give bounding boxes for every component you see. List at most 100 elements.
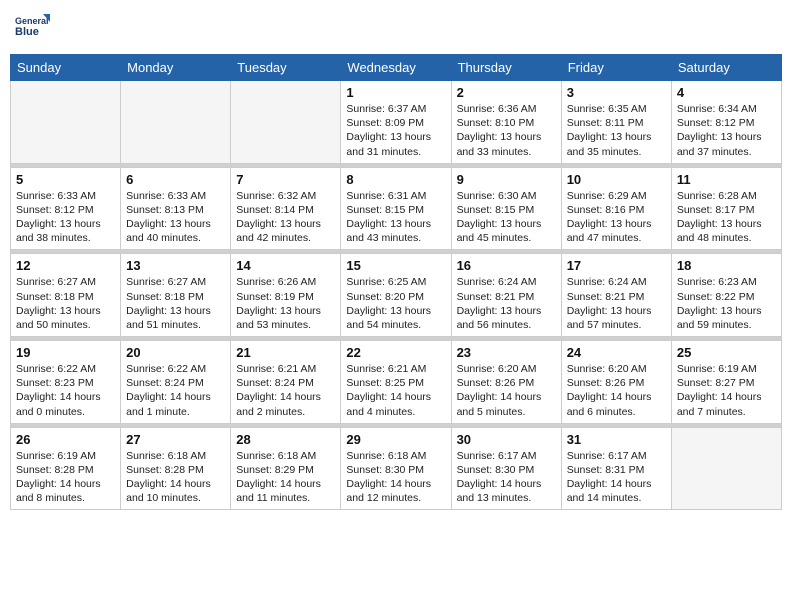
day-info: Sunrise: 6:18 AM Sunset: 8:28 PM Dayligh… (126, 449, 225, 506)
calendar-cell: 24 Sunrise: 6:20 AM Sunset: 8:26 PM Dayli… (561, 341, 671, 424)
calendar-cell: 30Sunrise: 6:17 AM Sunset: 8:30 PM Dayli… (451, 427, 561, 510)
day-number: 25 (677, 345, 776, 360)
calendar-cell: 15Sunrise: 6:25 AM Sunset: 8:20 PM Dayli… (341, 254, 451, 337)
weekday-header-row: SundayMondayTuesdayWednesdayThursdayFrid… (11, 55, 782, 81)
day-number: 13 (126, 258, 225, 273)
day-info: Sunrise: 6:33 AM Sunset: 8:13 PM Dayligh… (126, 189, 225, 246)
day-number: 17 (567, 258, 666, 273)
day-info: Sunrise: 6:18 AM Sunset: 8:29 PM Dayligh… (236, 449, 335, 506)
day-number: 20 (126, 345, 225, 360)
calendar-cell: 21 Sunrise: 6:21 AM Sunset: 8:24 PM Dayli… (231, 341, 341, 424)
day-info: Sunrise: 6:27 AM Sunset: 8:18 PM Dayligh… (126, 275, 225, 332)
calendar-cell: 18 Sunrise: 6:23 AM Sunset: 8:22 PM Dayli… (671, 254, 781, 337)
day-info: Sunrise: 6:21 AM Sunset: 8:24 PM Dayligh… (236, 362, 335, 419)
day-number: 9 (457, 172, 556, 187)
calendar-cell: 4 Sunrise: 6:34 AM Sunset: 8:12 PM Daylig… (671, 81, 781, 164)
day-number: 19 (16, 345, 115, 360)
weekday-header-thursday: Thursday (451, 55, 561, 81)
day-info: Sunrise: 6:23 AM Sunset: 8:22 PM Dayligh… (677, 275, 776, 332)
calendar-cell: 23Sunrise: 6:20 AM Sunset: 8:26 PM Dayli… (451, 341, 561, 424)
day-number: 21 (236, 345, 335, 360)
day-number: 18 (677, 258, 776, 273)
day-info: Sunrise: 6:27 AM Sunset: 8:18 PM Dayligh… (16, 275, 115, 332)
calendar-cell: 16Sunrise: 6:24 AM Sunset: 8:21 PM Dayli… (451, 254, 561, 337)
calendar-week-row: 12Sunrise: 6:27 AM Sunset: 8:18 PM Dayli… (11, 254, 782, 337)
day-number: 11 (677, 172, 776, 187)
logo: General Blue (14, 10, 50, 46)
calendar-cell: 11 Sunrise: 6:28 AM Sunset: 8:17 PM Dayli… (671, 167, 781, 250)
day-info: Sunrise: 6:18 AM Sunset: 8:30 PM Dayligh… (346, 449, 445, 506)
calendar-cell: 17 Sunrise: 6:24 AM Sunset: 8:21 PM Dayli… (561, 254, 671, 337)
calendar-cell: 3 Sunrise: 6:35 AM Sunset: 8:11 PM Daylig… (561, 81, 671, 164)
weekday-header-monday: Monday (121, 55, 231, 81)
day-info: Sunrise: 6:29 AM Sunset: 8:16 PM Dayligh… (567, 189, 666, 246)
day-info: Sunrise: 6:20 AM Sunset: 8:26 PM Dayligh… (567, 362, 666, 419)
page-header: General Blue (10, 10, 782, 46)
calendar-week-row: 26 Sunrise: 6:19 AM Sunset: 8:28 PM Dayli… (11, 427, 782, 510)
day-number: 26 (16, 432, 115, 447)
weekday-header-friday: Friday (561, 55, 671, 81)
calendar-cell: 12Sunrise: 6:27 AM Sunset: 8:18 PM Dayli… (11, 254, 121, 337)
day-info: Sunrise: 6:19 AM Sunset: 8:28 PM Dayligh… (16, 449, 115, 506)
day-number: 27 (126, 432, 225, 447)
calendar-cell: 13 Sunrise: 6:27 AM Sunset: 8:18 PM Dayli… (121, 254, 231, 337)
day-info: Sunrise: 6:26 AM Sunset: 8:19 PM Dayligh… (236, 275, 335, 332)
day-info: Sunrise: 6:30 AM Sunset: 8:15 PM Dayligh… (457, 189, 556, 246)
calendar-cell: 27 Sunrise: 6:18 AM Sunset: 8:28 PM Dayli… (121, 427, 231, 510)
day-number: 6 (126, 172, 225, 187)
calendar-cell: 6 Sunrise: 6:33 AM Sunset: 8:13 PM Daylig… (121, 167, 231, 250)
calendar-week-row: 5Sunrise: 6:33 AM Sunset: 8:12 PM Daylig… (11, 167, 782, 250)
calendar-cell: 31 Sunrise: 6:17 AM Sunset: 8:31 PM Dayli… (561, 427, 671, 510)
day-info: Sunrise: 6:28 AM Sunset: 8:17 PM Dayligh… (677, 189, 776, 246)
calendar-cell: 22Sunrise: 6:21 AM Sunset: 8:25 PM Dayli… (341, 341, 451, 424)
day-info: Sunrise: 6:17 AM Sunset: 8:31 PM Dayligh… (567, 449, 666, 506)
calendar-cell (121, 81, 231, 164)
day-number: 8 (346, 172, 445, 187)
day-number: 14 (236, 258, 335, 273)
day-number: 31 (567, 432, 666, 447)
day-info: Sunrise: 6:22 AM Sunset: 8:24 PM Dayligh… (126, 362, 225, 419)
day-info: Sunrise: 6:21 AM Sunset: 8:25 PM Dayligh… (346, 362, 445, 419)
calendar-cell: 1 Sunrise: 6:37 AM Sunset: 8:09 PM Daylig… (341, 81, 451, 164)
day-info: Sunrise: 6:32 AM Sunset: 8:14 PM Dayligh… (236, 189, 335, 246)
calendar-week-row: 19Sunrise: 6:22 AM Sunset: 8:23 PM Dayli… (11, 341, 782, 424)
weekday-header-wednesday: Wednesday (341, 55, 451, 81)
day-info: Sunrise: 6:25 AM Sunset: 8:20 PM Dayligh… (346, 275, 445, 332)
day-info: Sunrise: 6:37 AM Sunset: 8:09 PM Dayligh… (346, 102, 445, 159)
day-number: 10 (567, 172, 666, 187)
day-info: Sunrise: 6:35 AM Sunset: 8:11 PM Dayligh… (567, 102, 666, 159)
svg-text:Blue: Blue (15, 26, 39, 38)
weekday-header-tuesday: Tuesday (231, 55, 341, 81)
calendar-cell (231, 81, 341, 164)
day-info: Sunrise: 6:34 AM Sunset: 8:12 PM Dayligh… (677, 102, 776, 159)
calendar-cell: 25 Sunrise: 6:19 AM Sunset: 8:27 PM Dayli… (671, 341, 781, 424)
calendar-week-row: 1 Sunrise: 6:37 AM Sunset: 8:09 PM Daylig… (11, 81, 782, 164)
calendar-cell (671, 427, 781, 510)
logo-icon: General Blue (14, 10, 50, 46)
weekday-header-sunday: Sunday (11, 55, 121, 81)
day-number: 1 (346, 85, 445, 100)
weekday-header-saturday: Saturday (671, 55, 781, 81)
calendar-cell: 2 Sunrise: 6:36 AM Sunset: 8:10 PM Daylig… (451, 81, 561, 164)
day-number: 7 (236, 172, 335, 187)
day-number: 24 (567, 345, 666, 360)
day-number: 2 (457, 85, 556, 100)
day-info: Sunrise: 6:36 AM Sunset: 8:10 PM Dayligh… (457, 102, 556, 159)
day-number: 29 (346, 432, 445, 447)
svg-text:General: General (15, 16, 49, 26)
calendar-cell: 20 Sunrise: 6:22 AM Sunset: 8:24 PM Dayli… (121, 341, 231, 424)
calendar-cell: 14 Sunrise: 6:26 AM Sunset: 8:19 PM Dayli… (231, 254, 341, 337)
day-number: 4 (677, 85, 776, 100)
calendar-cell: 28Sunrise: 6:18 AM Sunset: 8:29 PM Dayli… (231, 427, 341, 510)
day-info: Sunrise: 6:17 AM Sunset: 8:30 PM Dayligh… (457, 449, 556, 506)
day-info: Sunrise: 6:19 AM Sunset: 8:27 PM Dayligh… (677, 362, 776, 419)
calendar-table: SundayMondayTuesdayWednesdayThursdayFrid… (10, 54, 782, 510)
day-info: Sunrise: 6:24 AM Sunset: 8:21 PM Dayligh… (567, 275, 666, 332)
day-number: 3 (567, 85, 666, 100)
calendar-cell (11, 81, 121, 164)
day-info: Sunrise: 6:20 AM Sunset: 8:26 PM Dayligh… (457, 362, 556, 419)
day-info: Sunrise: 6:33 AM Sunset: 8:12 PM Dayligh… (16, 189, 115, 246)
day-info: Sunrise: 6:24 AM Sunset: 8:21 PM Dayligh… (457, 275, 556, 332)
calendar-cell: 19Sunrise: 6:22 AM Sunset: 8:23 PM Dayli… (11, 341, 121, 424)
calendar-cell: 5Sunrise: 6:33 AM Sunset: 8:12 PM Daylig… (11, 167, 121, 250)
